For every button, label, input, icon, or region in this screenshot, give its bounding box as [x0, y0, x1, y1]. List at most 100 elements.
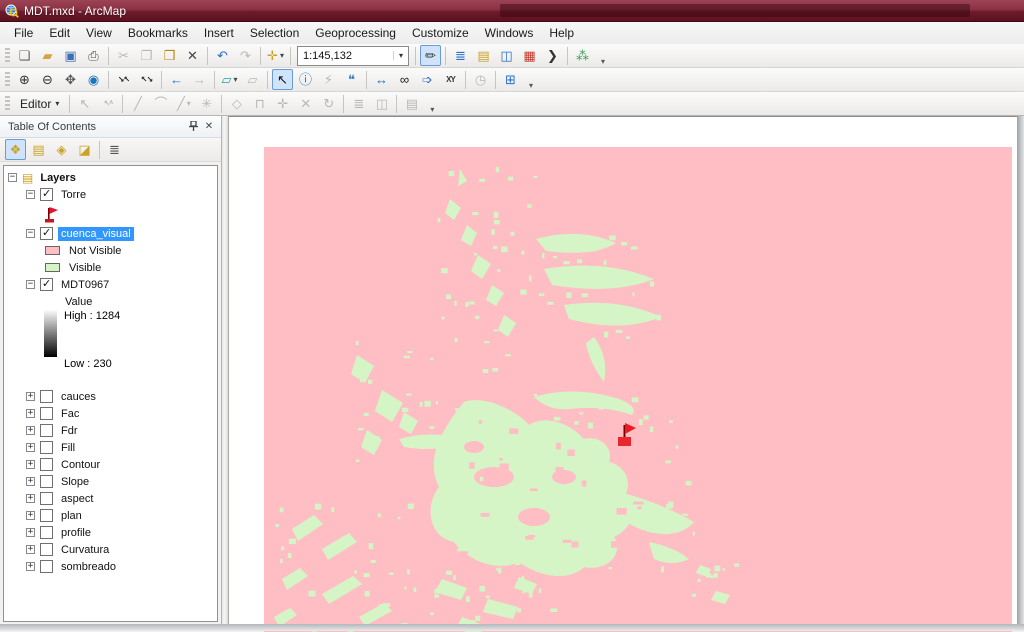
- editor-menu[interactable]: Editor▾: [13, 94, 66, 114]
- map-scale-value[interactable]: 1:145,132: [298, 50, 393, 62]
- layer-label-plan[interactable]: plan: [58, 509, 85, 523]
- layer-checkbox[interactable]: [40, 424, 53, 437]
- menu-item-bookmarks[interactable]: Bookmarks: [120, 23, 196, 43]
- layer-label-sombreado[interactable]: sombreado: [58, 560, 119, 574]
- zoom-in-icon[interactable]: ⊕: [14, 69, 35, 90]
- list-by-visibility-icon[interactable]: ◈: [51, 139, 72, 160]
- layer-checkbox[interactable]: [40, 278, 53, 291]
- trace-icon[interactable]: ✳: [196, 93, 217, 114]
- rotate-icon[interactable]: ↻: [318, 93, 339, 114]
- chevron-down-icon[interactable]: ▾: [393, 51, 408, 60]
- arctoolbox-icon[interactable]: ▦: [519, 45, 540, 66]
- table-of-contents-window-icon[interactable]: ≣: [450, 45, 471, 66]
- print-icon[interactable]: ⎙: [83, 45, 104, 66]
- expand-icon[interactable]: +: [26, 545, 35, 554]
- layer-checkbox[interactable]: [40, 492, 53, 505]
- expand-icon[interactable]: +: [26, 443, 35, 452]
- layer-label-torre[interactable]: Torre: [58, 188, 89, 202]
- segment-tools-icon[interactable]: ╱▾: [173, 93, 194, 114]
- layer-label-curvatura[interactable]: Curvatura: [58, 543, 112, 557]
- expand-icon[interactable]: +: [26, 494, 35, 503]
- menu-item-help[interactable]: Help: [541, 23, 582, 43]
- catalog-icon[interactable]: ▤: [473, 45, 494, 66]
- collapse-icon[interactable]: −: [26, 229, 35, 238]
- list-by-source-icon[interactable]: ▤: [28, 139, 49, 160]
- redo-icon[interactable]: ↷: [235, 45, 256, 66]
- create-features-icon[interactable]: ▤: [401, 93, 422, 114]
- forward-extent-icon[interactable]: →: [189, 69, 210, 90]
- layer-checkbox[interactable]: [40, 458, 53, 471]
- menu-item-file[interactable]: File: [6, 23, 41, 43]
- layer-checkbox[interactable]: [40, 526, 53, 539]
- viewshed-raster[interactable]: [264, 147, 1012, 632]
- layer-checkbox[interactable]: [40, 407, 53, 420]
- map-scale-combo[interactable]: 1:145,132▾: [297, 46, 409, 66]
- add-data-icon[interactable]: ✛▾: [265, 45, 286, 66]
- paste-icon[interactable]: ❒: [159, 45, 180, 66]
- layer-label-cuenca-visual[interactable]: cuenca_visual: [58, 227, 134, 241]
- edit-tool-icon[interactable]: ↖: [74, 93, 95, 114]
- layer-label-slope[interactable]: Slope: [58, 475, 92, 489]
- layer-label-aspect[interactable]: aspect: [58, 492, 96, 506]
- move-icon[interactable]: ✛: [272, 93, 293, 114]
- layer-checkbox[interactable]: [40, 560, 53, 573]
- layer-checkbox[interactable]: [40, 188, 53, 201]
- expand-icon[interactable]: +: [26, 426, 35, 435]
- reshape-icon[interactable]: ⊓: [249, 93, 270, 114]
- time-slider-icon[interactable]: ◷: [470, 69, 491, 90]
- layer-checkbox[interactable]: [40, 509, 53, 522]
- expand-icon[interactable]: +: [26, 409, 35, 418]
- edit-annotation-icon[interactable]: ↖ᴬ: [97, 93, 118, 114]
- menu-item-windows[interactable]: Windows: [477, 23, 542, 43]
- copy-icon[interactable]: ❐: [136, 45, 157, 66]
- html-popup-icon[interactable]: ❝: [341, 69, 362, 90]
- fixed-zoom-in-icon[interactable]: ↘↖: [113, 69, 134, 90]
- cut-polygons-icon[interactable]: ◇: [226, 93, 247, 114]
- layer-checkbox[interactable]: [40, 227, 53, 240]
- expand-icon[interactable]: +: [26, 528, 35, 537]
- editor-toolbar-toggle-icon[interactable]: ✏: [420, 45, 441, 66]
- find-route-icon[interactable]: ➩: [417, 69, 438, 90]
- toolbar-grip[interactable]: [5, 72, 10, 88]
- list-by-selection-icon[interactable]: ◪: [74, 139, 95, 160]
- layer-label-cauces[interactable]: cauces: [58, 390, 99, 404]
- legend-swatch[interactable]: [45, 246, 60, 255]
- layer-label-layers[interactable]: Layers: [37, 171, 78, 185]
- collapse-icon[interactable]: −: [8, 173, 17, 182]
- toolbar-grip[interactable]: [5, 96, 10, 112]
- expand-icon[interactable]: +: [26, 477, 35, 486]
- full-extent-icon[interactable]: ◉: [83, 69, 104, 90]
- undo-icon[interactable]: ↶: [212, 45, 233, 66]
- catalog-window-icon[interactable]: ◫: [496, 45, 517, 66]
- menu-item-insert[interactable]: Insert: [196, 23, 242, 43]
- close-icon[interactable]: ✕: [201, 119, 217, 135]
- zoom-out-icon[interactable]: ⊖: [37, 69, 58, 90]
- layer-label-fdr[interactable]: Fdr: [58, 424, 81, 438]
- hyperlink-icon[interactable]: ⚡: [318, 69, 339, 90]
- toolbar-grip[interactable]: [5, 48, 10, 64]
- list-by-drawing-order-icon[interactable]: ❖: [5, 139, 26, 160]
- viewer-window-icon[interactable]: ⊞: [500, 69, 521, 90]
- new-document-icon[interactable]: ❏: [14, 45, 35, 66]
- expand-icon[interactable]: +: [26, 392, 35, 401]
- menu-item-geoprocessing[interactable]: Geoprocessing: [307, 23, 404, 43]
- attributes-icon[interactable]: ≣: [348, 93, 369, 114]
- layer-label-mdt0967[interactable]: MDT0967: [58, 278, 112, 292]
- find-icon[interactable]: ∞: [394, 69, 415, 90]
- layer-checkbox[interactable]: [40, 475, 53, 488]
- go-to-xy-icon[interactable]: XY: [440, 69, 461, 90]
- straight-segment-icon[interactable]: ╱: [127, 93, 148, 114]
- menu-item-edit[interactable]: Edit: [41, 23, 78, 43]
- clear-selection-icon[interactable]: ▱: [242, 69, 263, 90]
- expand-icon[interactable]: +: [26, 511, 35, 520]
- fixed-zoom-out-icon[interactable]: ↖↘: [136, 69, 157, 90]
- select-features-icon[interactable]: ▱▾: [219, 69, 240, 90]
- trim-icon[interactable]: ✕: [295, 93, 316, 114]
- layer-label-fill[interactable]: Fill: [58, 441, 78, 455]
- toolbar-options-icon[interactable]: ▾: [526, 81, 536, 90]
- pan-icon[interactable]: ✥: [60, 69, 81, 90]
- layer-label-contour[interactable]: Contour: [58, 458, 103, 472]
- expand-icon[interactable]: +: [26, 460, 35, 469]
- sketch-properties-icon[interactable]: ◫: [371, 93, 392, 114]
- measure-icon[interactable]: ↔: [371, 69, 392, 90]
